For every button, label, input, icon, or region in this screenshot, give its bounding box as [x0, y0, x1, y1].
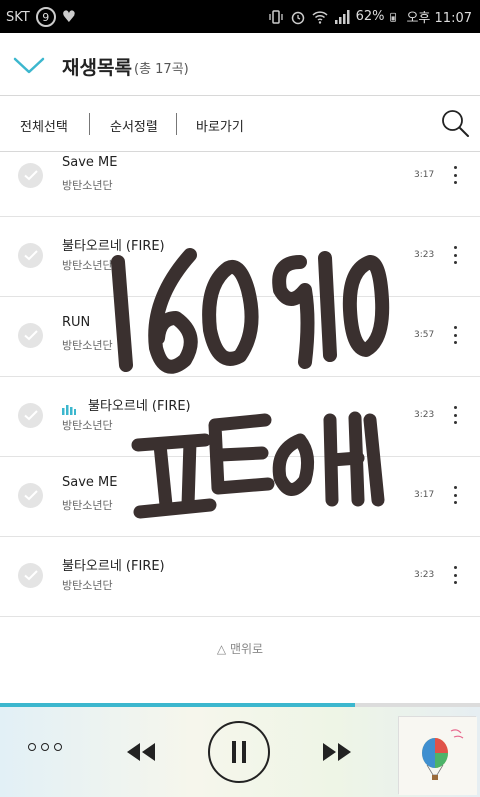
track-duration: 3:17 — [414, 170, 435, 180]
select-checkbox[interactable] — [18, 563, 43, 588]
more-options-icon[interactable] — [446, 243, 464, 267]
track-row[interactable]: Save ME 방탄소년단 3:17 — [0, 457, 480, 537]
check-icon — [23, 410, 38, 421]
vibrate-icon — [268, 9, 283, 24]
select-checkbox[interactable] — [18, 323, 43, 348]
track-title: 불타오르네 (FIRE) — [62, 239, 165, 254]
select-all-button[interactable]: 전체선택 — [20, 116, 68, 135]
track-row[interactable]: 불타오르네 (FIRE) 방탄소년단 3:23 — [0, 217, 480, 297]
select-checkbox[interactable] — [18, 483, 43, 508]
alarm-icon — [291, 11, 304, 24]
track-duration: 3:17 — [414, 490, 435, 500]
sort-button[interactable]: 순서정렬 — [110, 116, 158, 135]
track-list[interactable]: Save ME 방탄소년단 3:17 불타오르네 (FIRE) 방탄소년단 3:… — [0, 152, 480, 619]
track-artist: 방탄소년단 — [62, 259, 113, 272]
track-row-playing[interactable]: 불타오르네 (FIRE) 방탄소년단 3:23 — [0, 377, 480, 457]
select-checkbox[interactable] — [18, 163, 43, 188]
track-artist: 방탄소년단 — [62, 179, 113, 192]
more-options-icon[interactable] — [446, 563, 464, 587]
track-artist: 방탄소년단 — [62, 499, 113, 512]
track-title: Save ME — [62, 475, 118, 490]
more-options-icon[interactable] — [446, 403, 464, 427]
back-to-top-button[interactable]: △ 맨위로 — [0, 640, 480, 657]
battery-icon — [390, 12, 397, 22]
battery-percent: 62% — [355, 9, 385, 24]
playlist-header: 재생목록 (총 17곡) — [0, 33, 480, 96]
notification-badge: 9 — [35, 7, 56, 27]
track-duration: 3:23 — [414, 570, 435, 580]
pause-button[interactable] — [208, 721, 270, 783]
track-duration: 3:57 — [414, 330, 435, 340]
toolbar-divider — [176, 113, 177, 135]
carrier-label: SKT — [6, 9, 30, 25]
wifi-icon — [312, 10, 328, 24]
status-bar: SKT 9 ♥ 62% 오후 11:07 — [0, 0, 480, 33]
track-artist: 방탄소년단 — [62, 339, 113, 352]
signal-icon — [334, 9, 350, 24]
mini-player — [0, 707, 480, 797]
check-icon — [23, 570, 38, 581]
player-more-icon[interactable] — [28, 743, 62, 757]
track-row[interactable]: 불타오르네 (FIRE) 방탄소년단 3:23 — [0, 537, 480, 617]
more-options-icon[interactable] — [446, 163, 464, 187]
track-title: 불타오르네 (FIRE) — [62, 559, 165, 574]
now-playing-icon — [62, 405, 76, 415]
heart-icon: ♥ — [61, 7, 77, 26]
track-duration: 3:23 — [414, 410, 435, 420]
check-icon — [23, 250, 38, 261]
track-title: RUN — [62, 315, 91, 330]
track-artist: 방탄소년단 — [62, 579, 113, 592]
shortcut-button[interactable]: 바로가기 — [196, 116, 244, 135]
select-checkbox[interactable] — [18, 403, 43, 428]
chevron-down-icon[interactable] — [12, 51, 46, 77]
check-icon — [23, 330, 38, 341]
track-title: Save ME — [62, 155, 118, 170]
balloon-artwork — [399, 717, 477, 795]
more-options-icon[interactable] — [446, 483, 464, 507]
page-title: 재생목록 — [62, 57, 132, 79]
playlist-toolbar: 전체선택 순서정렬 바로가기 — [0, 96, 480, 152]
track-artist: 방탄소년단 — [62, 419, 113, 432]
track-count: (총 17곡) — [134, 62, 189, 77]
next-icon[interactable] — [320, 741, 354, 763]
previous-icon[interactable] — [124, 741, 158, 763]
check-icon — [23, 170, 38, 181]
track-title: 불타오르네 (FIRE) — [88, 399, 191, 414]
pause-icon — [232, 741, 246, 763]
track-duration: 3:23 — [414, 250, 435, 260]
album-art[interactable] — [398, 716, 477, 795]
search-icon[interactable] — [440, 108, 470, 138]
toolbar-divider — [89, 113, 90, 135]
track-row[interactable]: RUN 방탄소년단 3:57 — [0, 297, 480, 377]
track-row[interactable]: Save ME 방탄소년단 3:17 — [0, 152, 480, 217]
clock: 오후 11:07 — [406, 11, 472, 26]
more-options-icon[interactable] — [446, 323, 464, 347]
check-icon — [23, 490, 38, 501]
select-checkbox[interactable] — [18, 243, 43, 268]
